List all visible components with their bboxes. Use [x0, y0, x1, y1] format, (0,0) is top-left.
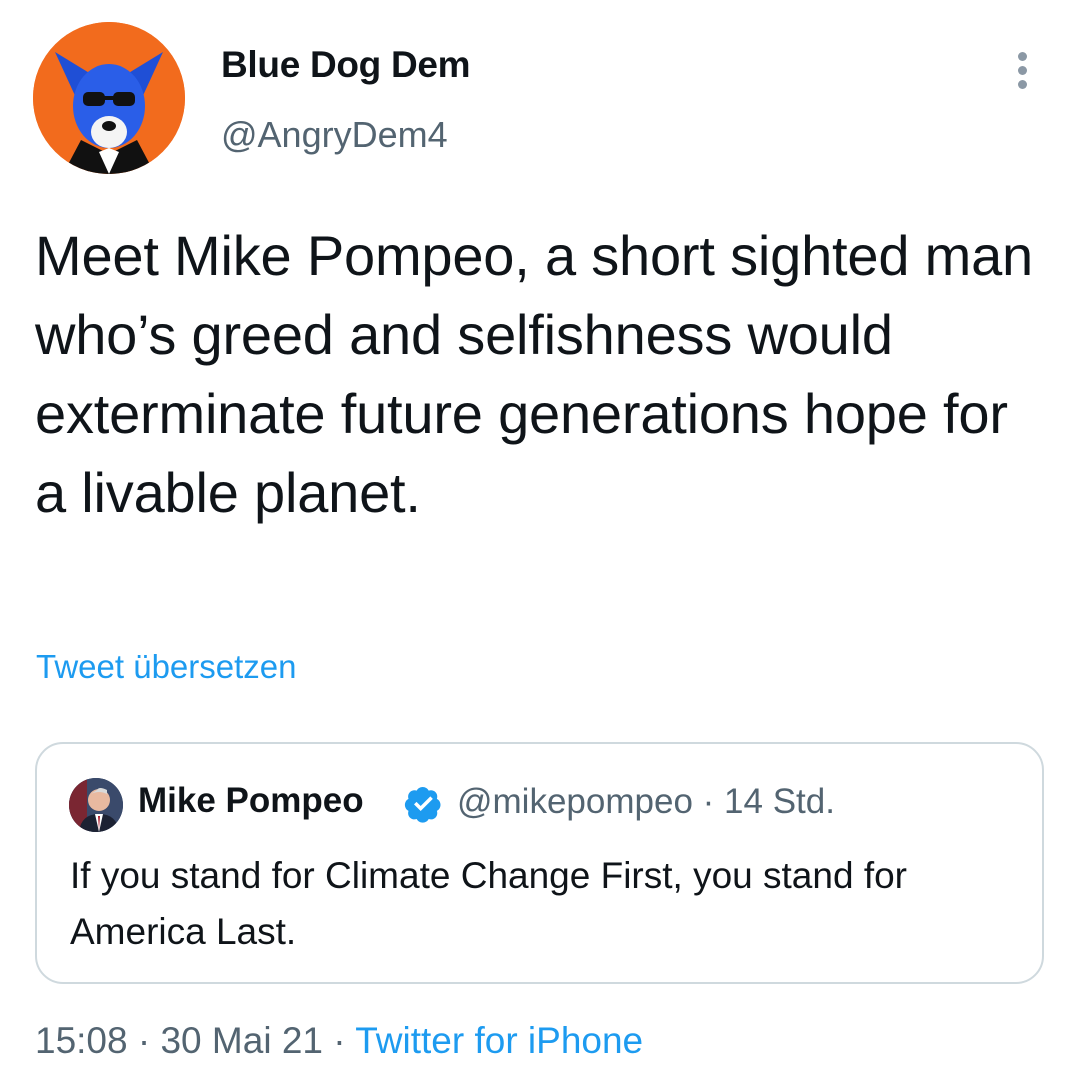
verified-badge-icon — [404, 787, 441, 823]
tweet-time: 15:08 — [35, 1020, 128, 1061]
tweet: Blue Dog Dem @AngryDem4 Meet Mike Pompeo… — [0, 0, 1080, 1073]
tweet-source-link[interactable]: Twitter for iPhone — [355, 1020, 643, 1061]
more-dot — [1018, 66, 1027, 75]
tweet-text: Meet Mike Pompeo, a short sighted man wh… — [35, 224, 1033, 524]
author-avatar[interactable] — [33, 22, 185, 174]
more-dot — [1018, 80, 1027, 89]
tweet-date: 30 Mai 21 — [160, 1020, 323, 1061]
meta-separator: · — [702, 782, 715, 821]
author-name[interactable]: Blue Dog Dem — [221, 44, 471, 86]
quoted-author-handle: @mikepompeo — [457, 782, 693, 821]
tweet-footer: 15:08 · 30 Mai 21 · Twitter for iPhone — [35, 1020, 643, 1062]
more-dot — [1018, 52, 1027, 61]
footer-separator: · — [137, 1020, 151, 1061]
quoted-meta: @mikepompeo · 14 Std. — [457, 782, 835, 822]
quoted-tweet-text: If you stand for Climate Change First, y… — [70, 855, 907, 952]
quoted-author-avatar[interactable] — [69, 778, 123, 832]
person-avatar-icon — [69, 778, 123, 832]
author-handle[interactable]: @AngryDem4 — [221, 114, 448, 156]
quoted-author-name: Mike Pompeo — [138, 781, 364, 820]
blue-dog-icon — [33, 22, 185, 174]
quoted-tweet-age: 14 Std. — [724, 782, 835, 821]
translate-tweet-link[interactable]: Tweet übersetzen — [36, 648, 297, 686]
footer-separator: · — [333, 1020, 346, 1061]
quoted-tweet[interactable]: Mike Pompeo @mikepompeo · 14 Std. If you… — [35, 742, 1044, 984]
more-options-icon[interactable] — [1010, 48, 1036, 92]
